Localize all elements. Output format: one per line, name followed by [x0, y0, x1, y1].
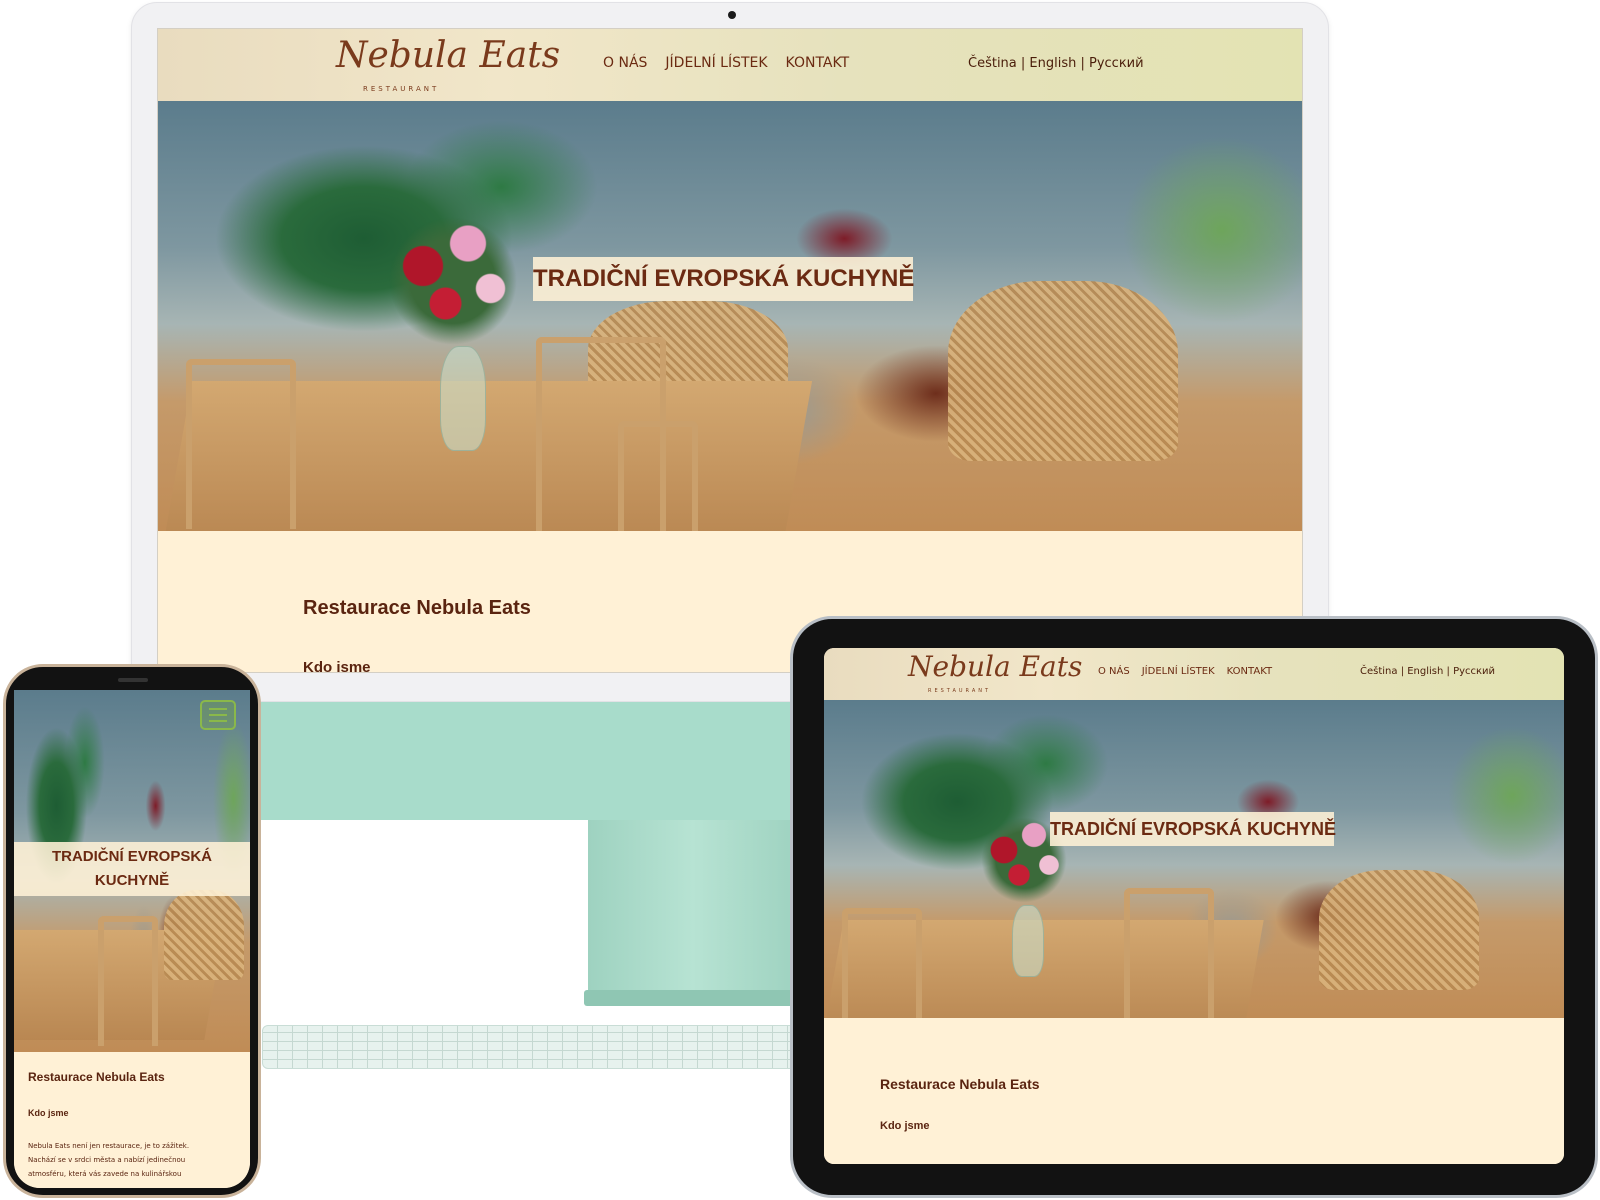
keyboard — [262, 1025, 802, 1069]
section-heading: Restaurace Nebula Eats — [880, 1076, 1040, 1092]
camera-icon — [728, 11, 736, 19]
glass-vase — [1012, 905, 1044, 977]
flower-bouquet — [378, 206, 528, 356]
wooden-chair — [186, 359, 296, 529]
intro-section: Restaurace Nebula Eats Kdo jsme Nebula E… — [14, 1052, 250, 1188]
section-subheading: Kdo jsme — [303, 659, 371, 673]
hero-title: TRADIČNÍ EVROPSKÁ KUCHYNĚ — [14, 842, 250, 896]
hero-title: TRADIČNÍ EVROPSKÁ KUCHYNĚ — [1050, 812, 1336, 846]
nav-item-jidelni-listek[interactable]: JÍDELNÍ LÍSTEK — [1142, 666, 1215, 677]
tablet-navbar: Nebula Eats RESTAURANT O NÁS JÍDELNÍ LÍS… — [824, 648, 1564, 700]
section-subheading: Kdo jsme — [880, 1120, 930, 1132]
imac-stand — [588, 820, 798, 992]
rattan-chair — [164, 890, 244, 980]
tablet-site: Nebula Eats RESTAURANT O NÁS JÍDELNÍ LÍS… — [824, 648, 1564, 1164]
intro-paragraph-line-2: Nachází se v srdci města a nabízí jedine… — [28, 1156, 186, 1164]
logo[interactable]: Nebula Eats — [908, 650, 1082, 683]
tablet-screen: Nebula Eats RESTAURANT O NÁS JÍDELNÍ LÍS… — [824, 648, 1564, 1164]
language-switcher[interactable]: Čeština | English | Русский — [968, 56, 1144, 71]
nav-item-kontakt[interactable]: KONTAKT — [786, 55, 850, 71]
section-heading: Restaurace Nebula Eats — [28, 1070, 165, 1084]
hamburger-menu-icon[interactable] — [200, 700, 236, 730]
rattan-chair — [948, 281, 1178, 461]
hero-title-line-2: KUCHYNĚ — [94, 872, 170, 889]
nav-item-kontakt[interactable]: KONTAKT — [1227, 666, 1272, 677]
desktop-screen: Nebula Eats RESTAURANT O NÁS JÍDELNÍ LÍS… — [157, 28, 1303, 673]
hero-banner: TRADIČNÍ EVROPSKÁ KUCHYNĚ — [824, 700, 1564, 1018]
section-subheading: Kdo jsme — [28, 1108, 69, 1118]
language-switcher[interactable]: Čeština | English | Русский — [1360, 666, 1495, 677]
hero-banner: TRADIČNÍ EVROPSKÁ KUCHYNĚ — [14, 690, 250, 1052]
rattan-chair — [1319, 870, 1479, 990]
desktop-site: Nebula Eats RESTAURANT O NÁS JÍDELNÍ LÍS… — [158, 29, 1302, 672]
wooden-chair — [618, 421, 698, 531]
nav-item-o-nas[interactable]: O NÁS — [1098, 666, 1130, 677]
logo-tagline: RESTAURANT — [928, 688, 992, 694]
nav-item-o-nas[interactable]: O NÁS — [603, 55, 647, 71]
nav-item-jidelni-listek[interactable]: JÍDELNÍ LÍSTEK — [665, 55, 767, 71]
phone-site: TRADIČNÍ EVROPSKÁ KUCHYNĚ Restaurace Neb… — [14, 690, 250, 1188]
glass-vase — [440, 346, 486, 451]
phone-speaker — [118, 678, 148, 682]
wooden-chair — [842, 908, 922, 1018]
intro-section: Restaurace Nebula Eats Kdo jsme — [824, 1018, 1564, 1164]
logo[interactable]: Nebula Eats — [336, 35, 560, 76]
section-heading: Restaurace Nebula Eats — [303, 597, 531, 619]
hero-banner: TRADIČNÍ EVROPSKÁ KUCHYNĚ — [158, 101, 1302, 531]
nav-menu: O NÁS JÍDELNÍ LÍSTEK KONTAKT — [603, 55, 849, 71]
hero-title-line-1: TRADIČNÍ EVROPSKÁ — [51, 848, 212, 865]
imac-stand-base — [584, 990, 802, 1006]
desktop-navbar: Nebula Eats RESTAURANT O NÁS JÍDELNÍ LÍS… — [158, 29, 1302, 101]
wooden-chair — [98, 916, 158, 1046]
hero-title: TRADIČNÍ EVROPSKÁ KUCHYNĚ — [533, 257, 914, 301]
nav-menu: O NÁS JÍDELNÍ LÍSTEK KONTAKT — [1098, 666, 1272, 677]
logo-tagline: RESTAURANT — [363, 85, 440, 93]
intro-paragraph-line-1: Nebula Eats není jen restaurace, je to z… — [28, 1142, 190, 1150]
phone-screen: TRADIČNÍ EVROPSKÁ KUCHYNĚ Restaurace Neb… — [14, 690, 250, 1188]
wooden-chair — [1124, 888, 1214, 1018]
intro-paragraph-line-3: atmosféru, která vás zavede na kulinářsk… — [28, 1170, 182, 1178]
